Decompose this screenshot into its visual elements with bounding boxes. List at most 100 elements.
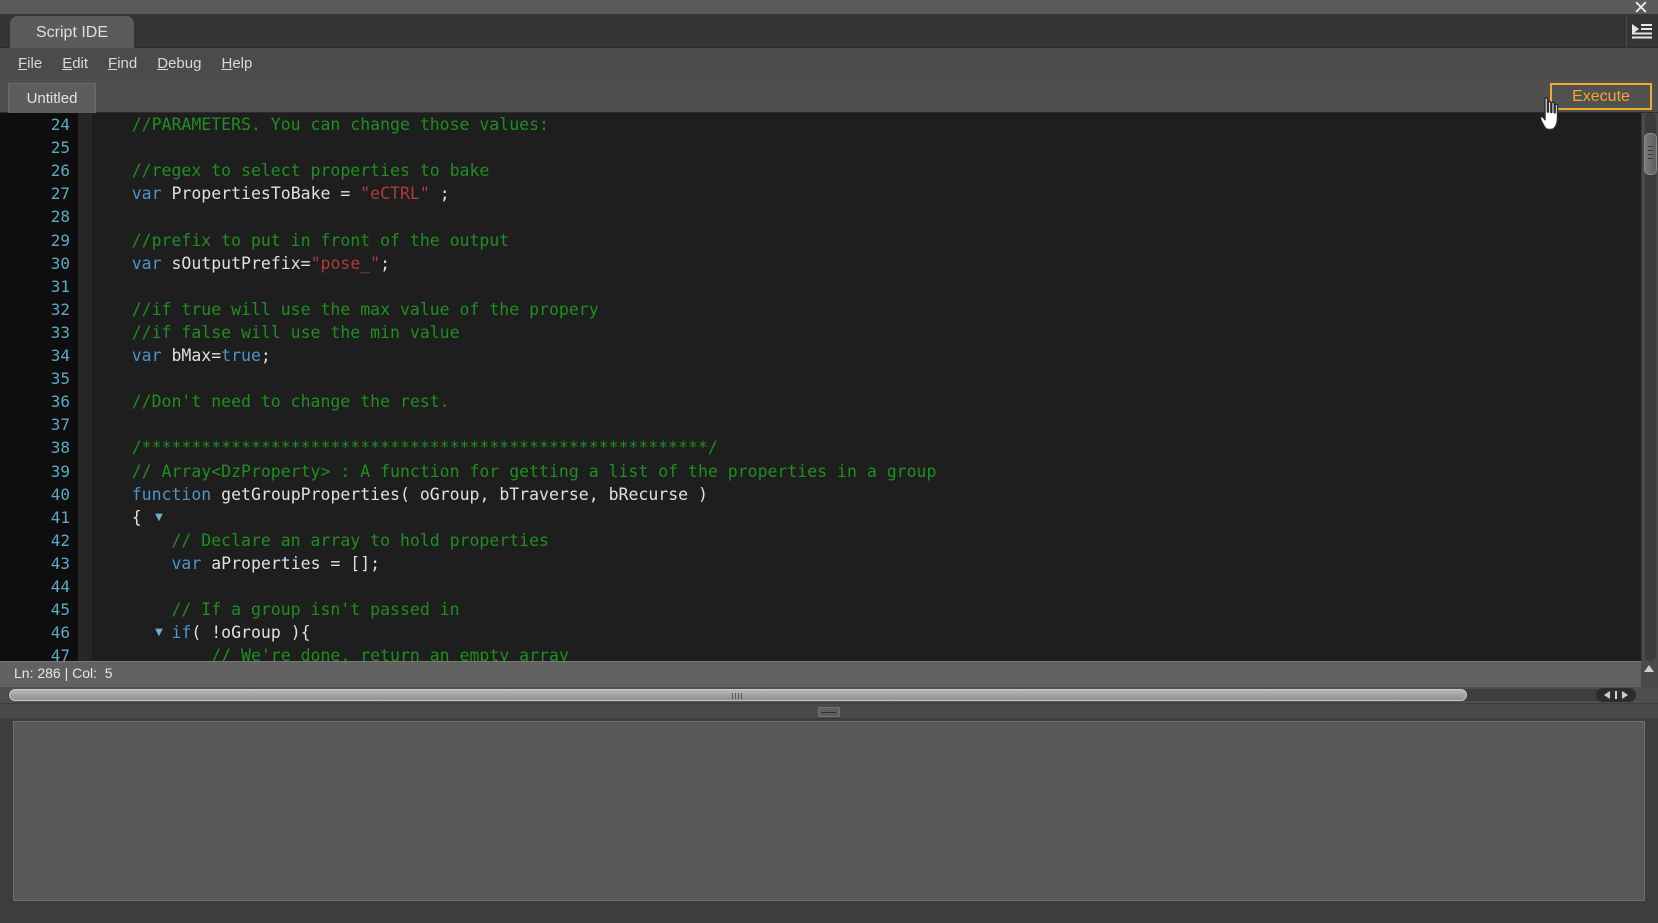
code-token: PropertiesToBake = bbox=[161, 184, 361, 204]
menu-mnemonic: E bbox=[62, 55, 73, 72]
code-token: // If a group isn't passed in bbox=[92, 600, 460, 620]
code-line[interactable]: //if false will use the min value bbox=[92, 323, 460, 342]
code-line[interactable]: // Declare an array to hold properties bbox=[92, 531, 549, 550]
code-token: //if true will use the max value of the … bbox=[92, 299, 599, 319]
code-token: var bbox=[131, 346, 162, 365]
code-token: getGroupProperties( oGroup, bTraverse, b… bbox=[211, 484, 708, 504]
code-token: true bbox=[221, 346, 261, 365]
menu-mnemonic: F bbox=[18, 55, 28, 72]
editor-horizontal-scrollbar[interactable] bbox=[0, 687, 1658, 703]
line-number: 47 bbox=[50, 646, 70, 661]
line-number: 35 bbox=[50, 369, 70, 389]
code-token: bMax= bbox=[161, 346, 222, 365]
line-number: 45 bbox=[50, 600, 70, 620]
code-token: var bbox=[171, 553, 202, 573]
code-line[interactable]: //regex to select properties to bake bbox=[92, 161, 490, 181]
line-number: 32 bbox=[50, 299, 70, 319]
menu-mnemonic: D bbox=[157, 55, 169, 72]
code-token: function bbox=[131, 484, 212, 504]
menu-label-rest: dit bbox=[72, 55, 89, 72]
menu-label-rest: ind bbox=[117, 55, 138, 72]
vertical-scrollbar-down-button[interactable] bbox=[1641, 661, 1658, 687]
code-line[interactable]: //if true will use the max value of the … bbox=[92, 300, 599, 319]
line-number-gutter: 24 25 26 27 28 29 30 31 32 33 34 35 36 37 38 39 40 41 42 43… bbox=[0, 113, 78, 661]
code-token: "eCTRL" bbox=[360, 184, 430, 204]
script-ide-window: ✕ Script IDE File Edit Find Debug Help Untit… bbox=[0, 0, 1658, 923]
line-number: 24 bbox=[50, 115, 70, 134]
code-line[interactable]: // Array<DzProperty> : A function for ge… bbox=[92, 461, 937, 481]
code-line[interactable]: // We're done, return an empty array bbox=[92, 646, 569, 661]
line-number: 38 bbox=[50, 438, 70, 458]
line-number: 43 bbox=[50, 553, 70, 573]
code-line[interactable]: //PARAMETERS. You can change those value… bbox=[92, 115, 549, 134]
code-token: //Don't need to change the rest. bbox=[92, 392, 450, 412]
pane-tab-script-ide[interactable]: Script IDE bbox=[10, 16, 135, 48]
code-line[interactable]: /***************************************… bbox=[92, 438, 718, 457]
pane-splitter[interactable] bbox=[0, 703, 1658, 719]
menu-mnemonic: H bbox=[221, 55, 233, 72]
pane-tab-row: Script IDE bbox=[0, 14, 1658, 48]
line-number: 30 bbox=[50, 253, 70, 273]
fold-toggle-icon[interactable]: ▼ bbox=[152, 512, 166, 523]
menu-item-find[interactable]: Find bbox=[98, 48, 147, 80]
code-line[interactable]: if( !oGroup ){ bbox=[92, 623, 311, 643]
code-line[interactable]: var bMax=true; bbox=[92, 346, 271, 365]
status-bar: Ln: 286 | Col: 5 bbox=[0, 661, 1641, 687]
line-number: 36 bbox=[50, 392, 70, 412]
code-token: ; bbox=[429, 184, 450, 204]
line-number: 37 bbox=[50, 415, 70, 435]
code-token: if bbox=[171, 623, 192, 643]
code-line[interactable]: var sOutputPrefix="pose_"; bbox=[92, 254, 390, 273]
code-token: ; bbox=[380, 253, 391, 273]
line-number: 41 bbox=[50, 507, 70, 527]
code-line[interactable]: var aProperties = []; bbox=[92, 554, 380, 573]
cursor-position-status: Ln: 286 | Col: 5 bbox=[14, 665, 113, 681]
code-line[interactable]: var PropertiesToBake = "eCTRL" ; bbox=[92, 184, 450, 203]
splitter-handle[interactable] bbox=[818, 707, 840, 717]
code-editor[interactable]: 24 25 26 27 28 29 30 31 32 33 34 35 36 37 38 39 40 41 42 43… bbox=[0, 113, 1658, 661]
code-token: "pose_" bbox=[310, 253, 381, 273]
code-token: // Array<DzProperty> : A function for ge… bbox=[92, 461, 937, 481]
code-token: var bbox=[131, 184, 162, 204]
line-number: 26 bbox=[50, 161, 70, 181]
chevron-left-icon bbox=[1604, 691, 1610, 699]
code-token: /***************************************… bbox=[92, 438, 718, 458]
code-token: ( !oGroup ){ bbox=[191, 623, 311, 643]
panel-options-icon[interactable] bbox=[1626, 16, 1656, 48]
code-token: // Declare an array to hold properties bbox=[92, 530, 549, 550]
menu-item-debug[interactable]: Debug bbox=[147, 48, 211, 80]
code-token: //prefix to put in front of the output bbox=[92, 230, 510, 250]
menu-item-edit[interactable]: Edit bbox=[52, 48, 98, 80]
chevron-down-icon bbox=[1644, 665, 1654, 672]
window-title-strip bbox=[0, 0, 1658, 14]
line-number: 27 bbox=[50, 184, 70, 204]
output-pane[interactable] bbox=[13, 721, 1645, 901]
code-token: //if false will use the min value bbox=[92, 322, 460, 342]
code-line[interactable]: //Don't need to change the rest. bbox=[92, 392, 450, 411]
horizontal-scrollbar-nav-buttons[interactable] bbox=[1596, 688, 1636, 702]
code-token: //PARAMETERS. You can change those value… bbox=[92, 115, 549, 134]
line-number: 46 bbox=[50, 623, 70, 643]
line-number: 39 bbox=[50, 461, 70, 481]
code-token: //regex to select properties to bake bbox=[92, 161, 490, 181]
menu-item-help[interactable]: Help bbox=[211, 48, 262, 80]
vertical-scrollbar-track[interactable] bbox=[1645, 113, 1656, 661]
code-token: { bbox=[92, 507, 142, 527]
line-number: 29 bbox=[50, 230, 70, 250]
document-tab-untitled[interactable]: Untitled bbox=[8, 83, 96, 113]
code-line[interactable]: //prefix to put in front of the output bbox=[92, 230, 510, 250]
line-number: 40 bbox=[50, 484, 70, 504]
execute-button[interactable]: Execute bbox=[1550, 83, 1652, 110]
editor-vertical-scrollbar[interactable] bbox=[1641, 113, 1658, 661]
vertical-scrollbar-thumb[interactable] bbox=[1644, 133, 1657, 175]
chevron-right-icon bbox=[1622, 691, 1628, 699]
horizontal-scrollbar-thumb[interactable] bbox=[9, 689, 1467, 701]
code-line[interactable]: // If a group isn't passed in bbox=[92, 600, 460, 620]
menu-item-file[interactable]: File bbox=[8, 48, 52, 80]
code-line[interactable]: { bbox=[92, 508, 142, 527]
code-line[interactable]: function getGroupProperties( oGroup, bTr… bbox=[92, 485, 708, 504]
code-token: ; bbox=[260, 346, 271, 365]
